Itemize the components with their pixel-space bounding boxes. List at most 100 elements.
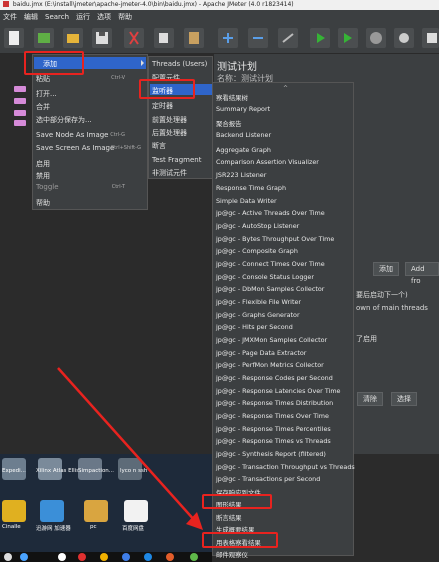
taskbar-icon[interactable] xyxy=(78,553,86,561)
menu-item-response-times-vs-threads[interactable]: jp@gc - Response Times vs Threads xyxy=(216,437,331,445)
add-submenu: Threads (Users) 配置元件 监听器 定时器 前置处理器 后置处理器… xyxy=(148,56,213,179)
menu-edit[interactable]: 编辑 xyxy=(24,12,38,22)
menu-help[interactable]: 帮助 xyxy=(118,12,132,22)
menu-item-transactions-per-second[interactable]: jp@gc - Transactions per Second xyxy=(216,475,320,483)
menu-item-disable[interactable]: 禁用 xyxy=(36,171,50,181)
menu-item-response-time-graph[interactable]: Response Time Graph xyxy=(216,184,286,192)
baidu-netdisk-icon[interactable] xyxy=(124,500,148,522)
paste-icon[interactable] xyxy=(184,28,204,48)
toggle-icon[interactable] xyxy=(278,28,298,48)
toolbar xyxy=(0,24,439,54)
stop-icon[interactable] xyxy=(366,28,386,48)
menu-item-assertion[interactable]: 断言 xyxy=(152,141,166,151)
menu-item-toggle[interactable]: Toggle xyxy=(36,183,59,191)
menu-run[interactable]: 运行 xyxy=(76,12,90,22)
save-icon[interactable] xyxy=(92,28,112,48)
start-no-pauses-icon[interactable] xyxy=(338,28,358,48)
tree-node[interactable] xyxy=(14,86,26,92)
menu-item-jsr223-listener[interactable]: JSR223 Listener xyxy=(216,171,266,179)
taskbar-icon[interactable] xyxy=(58,553,66,561)
menu-item-save-selection[interactable]: 选中部分保存为... xyxy=(36,115,92,125)
menu-item-help[interactable]: 帮助 xyxy=(36,198,50,208)
menu-item-response-times-over-time[interactable]: jp@gc - Response Times Over Time xyxy=(216,412,329,420)
scroll-up-icon[interactable]: ^ xyxy=(283,85,288,92)
menu-item-connect-times[interactable]: jp@gc - Connect Times Over Time xyxy=(216,260,325,268)
menu-item-non-test-elements[interactable]: 非测试元件 xyxy=(152,168,187,178)
new-icon[interactable] xyxy=(4,28,24,48)
taskbar-icon[interactable] xyxy=(190,553,198,561)
menu-item-aggregate-graph[interactable]: Aggregate Graph xyxy=(216,146,271,154)
menu-item-active-threads[interactable]: jp@gc - Active Threads Over Time xyxy=(216,209,325,217)
menu-item-summary-report[interactable]: Summary Report xyxy=(216,105,270,113)
shutdown-icon[interactable] xyxy=(394,28,414,48)
menu-item-response-codes[interactable]: jp@gc - Response Codes per Second xyxy=(216,374,333,382)
menu-item-enable[interactable]: 启用 xyxy=(36,159,50,169)
menu-item-perfmon[interactable]: jp@gc - PerfMon Metrics Collector xyxy=(216,361,324,369)
menu-item-assertion-results[interactable]: 断言结果 xyxy=(216,513,242,522)
menu-item-save-node-image[interactable]: Save Node As Image xyxy=(36,131,109,139)
menu-item-autostop[interactable]: jp@gc - AutoStop Listener xyxy=(216,222,299,230)
tree-node[interactable] xyxy=(14,98,26,104)
panel-text-1: 要后启动下一个) xyxy=(356,291,408,299)
start-icon[interactable] xyxy=(310,28,330,48)
open-icon[interactable] xyxy=(63,28,83,48)
menu-item-synthesis-report[interactable]: jp@gc - Synthesis Report (filtered) xyxy=(216,450,326,458)
menu-item-graphs-generator[interactable]: jp@gc - Graphs Generator xyxy=(216,311,300,319)
taskbar-icon[interactable] xyxy=(100,553,108,561)
menu-item-comparison-assertion[interactable]: Comparison Assertion Visualizer xyxy=(216,158,319,166)
menu-item-pre-processor[interactable]: 前置处理器 xyxy=(152,115,187,125)
menu-item-bytes-throughput[interactable]: jp@gc - Bytes Throughput Over Time xyxy=(216,235,334,243)
menu-item-dbmon[interactable]: jp@gc - DbMon Samples Collector xyxy=(216,285,324,293)
menu-item-open[interactable]: 打开... xyxy=(36,89,57,99)
taskbar-icon[interactable] xyxy=(144,553,152,561)
menu-item-paste[interactable]: 粘贴 xyxy=(36,74,50,84)
menu-item-post-processor[interactable]: 后置处理器 xyxy=(152,128,187,138)
templates-icon[interactable] xyxy=(34,28,54,48)
shortcut-save-node-image: Ctrl-G xyxy=(110,132,125,138)
add-from-button[interactable]: Add fro xyxy=(405,262,439,285)
menu-file[interactable]: 文件 xyxy=(3,12,17,22)
collapse-icon[interactable] xyxy=(248,28,268,48)
menu-options[interactable]: 选项 xyxy=(97,12,111,22)
menu-item-composite-graph[interactable]: jp@gc - Composite Graph xyxy=(216,247,298,255)
menu-item-jmxmon[interactable]: jp@gc - JMXMon Samples Collector xyxy=(216,336,327,344)
menu-item-backend-listener[interactable]: Backend Listener xyxy=(216,131,271,139)
menu-item-response-times-distribution[interactable]: jp@gc - Response Times Distribution xyxy=(216,399,333,407)
menu-item-simple-data-writer[interactable]: Simple Data Writer xyxy=(216,197,277,205)
menu-item-aggregate-report[interactable]: 聚合报告 xyxy=(216,119,242,128)
clear-icon[interactable] xyxy=(422,28,439,48)
menu-item-response-latencies[interactable]: jp@gc - Response Latencies Over Time xyxy=(216,387,340,395)
menu-item-save-screen-image[interactable]: Save Screen As Image xyxy=(36,144,114,152)
menu-item-test-fragment[interactable]: Test Fragment xyxy=(152,156,201,164)
taskbar-icon[interactable] xyxy=(122,553,130,561)
menu-item-console-status[interactable]: jp@gc - Console Status Logger xyxy=(216,273,314,281)
menu-item-threads[interactable]: Threads (Users) xyxy=(152,60,207,68)
menu-search[interactable]: Search xyxy=(45,13,69,21)
menu-item-transaction-throughput[interactable]: jp@gc - Transaction Throughput vs Thread… xyxy=(216,463,355,471)
windows-desktop: Expedi... Xilinx Atlas Ellis... Simpacti… xyxy=(0,454,212,562)
menu-item-flexible-file-writer[interactable]: jp@gc - Flexible File Writer xyxy=(216,298,301,306)
taskbar-icon[interactable] xyxy=(166,553,174,561)
menu-item-timer[interactable]: 定时器 xyxy=(152,101,173,111)
menu-item-merge[interactable]: 合并 xyxy=(36,102,50,112)
desktop-app-icon[interactable] xyxy=(40,500,64,522)
menu-item-page-data-extractor[interactable]: jp@gc - Page Data Extractor xyxy=(216,349,306,357)
copy-icon[interactable] xyxy=(154,28,174,48)
menu-item-hits-per-second[interactable]: jp@gc - Hits per Second xyxy=(216,323,293,331)
clear-button[interactable]: 清除 xyxy=(357,392,383,406)
add-button[interactable]: 添加 xyxy=(373,262,399,276)
submenu-arrow-icon xyxy=(141,60,144,66)
desktop-app-icon[interactable] xyxy=(2,500,26,522)
expand-icon[interactable] xyxy=(218,28,238,48)
tree-node[interactable] xyxy=(14,120,26,126)
highlight-view-results-table xyxy=(202,532,278,548)
browse-button[interactable]: 选择 xyxy=(391,392,417,406)
taskbar-icon[interactable] xyxy=(20,553,28,561)
menu-item-response-times-percentiles[interactable]: jp@gc - Response Times Percentiles xyxy=(216,425,331,433)
menu-item-view-results-tree[interactable]: 察看结果树 xyxy=(216,93,248,102)
tree-node[interactable] xyxy=(14,110,26,116)
taskbar-icon[interactable] xyxy=(4,553,12,561)
folder-icon[interactable] xyxy=(84,500,108,522)
cut-icon[interactable] xyxy=(124,28,144,48)
menu-item-mailer-visualizer[interactable]: 邮件观察仪 xyxy=(216,550,248,559)
